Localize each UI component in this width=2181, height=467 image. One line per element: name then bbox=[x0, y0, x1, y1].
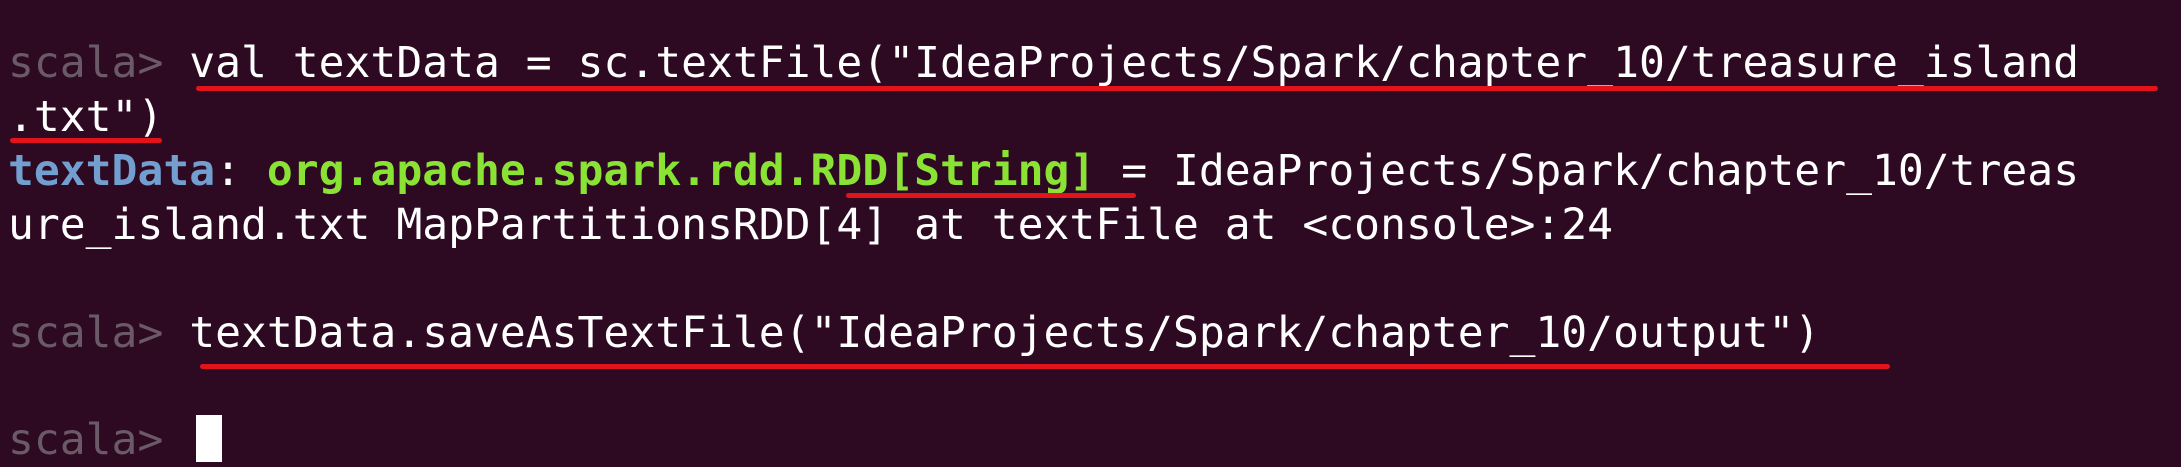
result-identifier: textData bbox=[8, 146, 216, 196]
terminal-window[interactable]: scala> val textData = sc.textFile("IdeaP… bbox=[0, 0, 2181, 467]
result-type-prefix: org.apache.spark.rdd. bbox=[266, 146, 811, 196]
annotation-underline-line5 bbox=[200, 364, 1890, 369]
scala-prompt: scala> bbox=[8, 308, 190, 358]
result-type-rdd: RDD[String] bbox=[810, 146, 1096, 196]
annotation-underline-line2 bbox=[10, 138, 162, 143]
result-value: = IdeaProjects/Spark/chapter_10/treas bbox=[1095, 146, 2080, 196]
terminal-line-2: .txt") bbox=[8, 90, 163, 144]
command-text: val textData = sc.textFile("IdeaProjects… bbox=[189, 38, 2080, 88]
terminal-line-6: scala> bbox=[8, 413, 189, 467]
command-text: textData.saveAsTextFile("IdeaProjects/Sp… bbox=[189, 308, 1821, 358]
terminal-line-1: scala> val textData = sc.textFile("IdeaP… bbox=[8, 36, 2079, 90]
result-value-continued: ure_island.txt MapPartitionsRDD[4] at te… bbox=[8, 200, 1614, 250]
scala-prompt: scala> bbox=[8, 415, 190, 465]
result-colon: : bbox=[215, 146, 267, 196]
terminal-line-3: textData: org.apache.spark.rdd.RDD[Strin… bbox=[8, 144, 2079, 198]
annotation-underline-line1 bbox=[196, 86, 2158, 91]
terminal-line-5: scala> textData.saveAsTextFile("IdeaProj… bbox=[8, 306, 1820, 360]
command-text-continued: .txt") bbox=[8, 92, 164, 142]
text-cursor[interactable] bbox=[196, 415, 222, 462]
scala-prompt: scala> bbox=[8, 38, 190, 88]
annotation-underline-rdd-type bbox=[846, 193, 1136, 198]
terminal-line-4: ure_island.txt MapPartitionsRDD[4] at te… bbox=[8, 198, 1613, 252]
